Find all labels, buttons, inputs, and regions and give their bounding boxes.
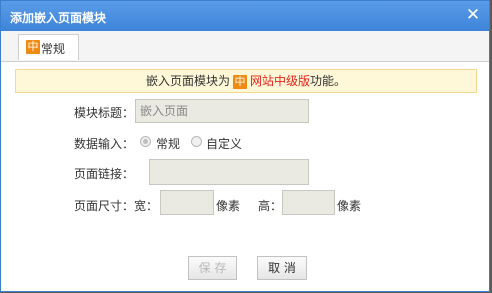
save-button[interactable]: 保 存 — [188, 256, 237, 280]
notice-highlight-link[interactable]: 网站中级版 — [250, 74, 310, 88]
dialog-titlebar: 添加嵌入页面模块 ✕ — [1, 1, 489, 31]
page-size-label: 页面尺寸：宽： — [74, 199, 159, 213]
radio-custom-label: 自定义 — [206, 137, 243, 151]
tab-general-label: 常规 — [41, 42, 66, 56]
tier-badge: 中 — [232, 74, 247, 89]
page-height-input[interactable] — [282, 190, 335, 215]
notice-prefix: 嵌入页面模块为 — [145, 74, 230, 88]
width-unit-label: 像素 — [216, 199, 241, 213]
notice-suffix: 功能。 — [310, 74, 347, 88]
tier-badge: 中 — [26, 40, 40, 54]
embed-page-dialog: 添加嵌入页面模块 ✕ 中 常规 嵌入页面模块为中网站中级版功能。 模块标题： 嵌… — [0, 0, 490, 292]
dialog-title: 添加嵌入页面模块 — [10, 11, 107, 25]
feature-notice: 嵌入页面模块为中网站中级版功能。 — [15, 69, 477, 93]
page-width-input[interactable] — [160, 190, 214, 215]
radio-normal-label: 常规 — [156, 137, 181, 151]
cancel-button[interactable]: 取 消 — [257, 256, 307, 280]
tab-strip: 中 常规 — [1, 31, 489, 62]
page-link-input[interactable] — [149, 159, 309, 185]
height-unit-label: 像素 — [337, 199, 362, 213]
height-label: 高： — [258, 199, 283, 213]
module-title-label: 模块标题： — [74, 106, 135, 120]
module-title-input[interactable]: 嵌入页面 — [135, 99, 309, 123]
tab-general[interactable]: 中 常规 — [18, 34, 79, 60]
close-icon[interactable]: ✕ — [464, 6, 482, 24]
data-input-label: 数据输入： — [74, 137, 135, 151]
radio-custom[interactable] — [191, 136, 202, 147]
page-link-label: 页面链接： — [74, 167, 135, 181]
radio-normal[interactable] — [140, 136, 151, 147]
